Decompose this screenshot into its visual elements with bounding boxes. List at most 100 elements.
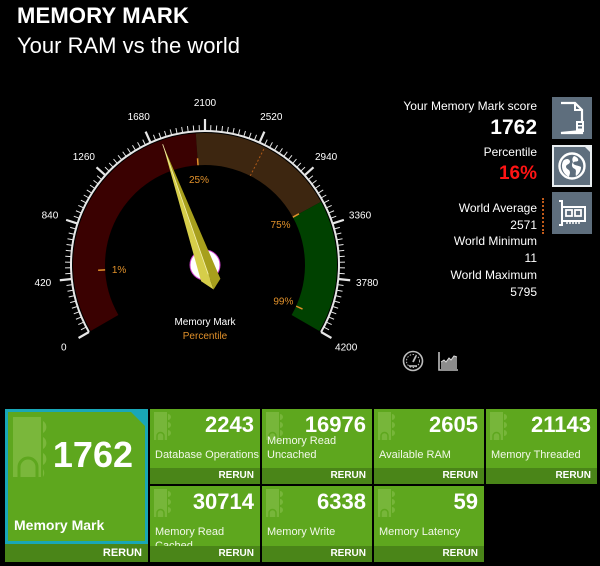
ram-chip-icon — [378, 489, 395, 517]
globe-icon — [558, 152, 586, 180]
hardware-button[interactable] — [552, 192, 592, 234]
ram-chip-icon — [266, 489, 283, 517]
tile-rerun-button[interactable]: RERUN — [150, 546, 260, 562]
tile-memory-read-cached[interactable]: 30714Memory Read CachedRERUN — [150, 486, 260, 562]
major-tick — [320, 331, 332, 339]
gauge-center-label: Memory Mark — [174, 317, 236, 328]
percentile-value: 16% — [498, 163, 537, 184]
tile-label: Memory Latency — [379, 526, 461, 538]
percentile-marker-label: 75% — [271, 220, 291, 231]
tile-label: Database Operations — [155, 449, 259, 461]
tile-rerun-button[interactable]: RERUN — [486, 468, 597, 484]
minor-tick — [264, 139, 268, 146]
area-chart-icon — [438, 352, 458, 371]
tile-rerun-button[interactable]: RERUN — [262, 546, 372, 562]
minor-tick — [78, 204, 84, 209]
minor-tick — [326, 321, 332, 326]
minor-tick — [73, 215, 80, 219]
minor-tick — [75, 316, 82, 320]
world-minimum-value: 11 — [524, 251, 537, 265]
minor-tick — [292, 158, 297, 164]
minor-tick — [307, 175, 314, 180]
minor-tick — [175, 127, 178, 135]
tile-rerun-button[interactable]: RERUN — [374, 468, 484, 484]
tick-label: 1680 — [128, 112, 151, 123]
tile-memory-read-uncached[interactable]: 16976 Memory Read Uncached RERUN — [262, 409, 372, 484]
tile-available-ram[interactable]: 2605 Available RAM RERUN — [374, 409, 484, 484]
percentile-marker-label: 99% — [273, 296, 293, 307]
tile-label: Memory Threaded — [491, 449, 581, 461]
minor-tick — [132, 144, 137, 151]
major-tick — [258, 131, 266, 144]
memory-mark-tile-face: 1762 Memory Mark — [5, 409, 148, 544]
minor-tick — [269, 142, 273, 148]
world-maximum-value: 5795 — [510, 285, 537, 299]
world-compare-button[interactable] — [552, 145, 592, 187]
minor-tick — [89, 184, 96, 189]
minor-tick — [323, 326, 330, 331]
minor-tick — [158, 132, 162, 139]
minor-tick — [335, 295, 342, 298]
tick-label: 1260 — [73, 152, 96, 163]
gauge-band-low — [73, 133, 199, 331]
minor-tick — [78, 321, 84, 326]
minor-tick — [68, 295, 75, 298]
ram-chip-icon — [154, 412, 171, 440]
world-average-indicator — [542, 198, 544, 234]
minor-tick — [65, 249, 72, 252]
gauge-view-toggle[interactable] — [401, 349, 425, 373]
tile-value: 59 — [453, 489, 478, 514]
report-button[interactable] — [552, 97, 592, 139]
tile-rerun-button[interactable]: RERUN — [150, 468, 260, 484]
tile-rerun-button[interactable]: RERUN — [262, 468, 372, 484]
minor-tick — [96, 175, 103, 180]
minor-tick — [336, 289, 343, 292]
memory-mark-gauge: 042084012601680210025202940336037804200 … — [35, 98, 379, 354]
tile-label: Memory Read Uncached — [267, 435, 337, 461]
tick-label: 4200 — [335, 343, 358, 354]
major-tick — [59, 277, 72, 282]
world-minimum-label: World Minimum — [453, 234, 537, 248]
major-tick — [338, 277, 351, 282]
score-value: 1762 — [490, 116, 537, 139]
tile-value: 30714 — [192, 489, 254, 514]
minor-tick — [300, 166, 306, 172]
tile-value: 6338 — [317, 489, 366, 514]
tile-memory-latency[interactable]: 59 Memory Latency RERUN — [374, 486, 484, 562]
minor-tick — [83, 194, 90, 199]
minor-tick — [287, 154, 293, 161]
minor-tick — [108, 162, 114, 168]
memory-mark-tile[interactable]: 1762 Memory Mark RERUN — [5, 409, 148, 562]
minor-tick — [243, 130, 246, 137]
score-label: Your Memory Mark score — [403, 99, 537, 113]
minor-tick — [335, 232, 342, 235]
tile-memory-threaded[interactable]: 21143 Memory Threaded RERUN — [486, 409, 597, 484]
major-tick — [332, 218, 345, 225]
major-tick — [78, 331, 90, 339]
minor-tick — [117, 154, 123, 161]
chart-view-toggle[interactable] — [436, 349, 460, 373]
memory-mark-tile-value: 1762 — [52, 434, 133, 475]
minor-tick — [248, 132, 252, 139]
tile-value: 2243 — [205, 412, 254, 437]
tick-label: 0 — [61, 343, 67, 354]
major-tick — [144, 131, 152, 144]
tick-label: 2520 — [260, 112, 283, 123]
minor-tick — [142, 139, 146, 146]
minor-tick — [113, 158, 118, 164]
tile-database-operations[interactable]: 2243 Database Operations RERUN — [150, 409, 260, 484]
tick-label: 3780 — [356, 278, 379, 289]
major-tick — [65, 218, 78, 225]
memory-mark-rerun-button[interactable]: RERUN — [5, 544, 148, 562]
minor-tick — [283, 151, 288, 157]
world-maximum-label: World Maximum — [450, 268, 537, 282]
minor-tick — [320, 194, 327, 199]
minor-tick — [330, 215, 337, 219]
minor-tick — [164, 130, 167, 137]
minor-tick — [215, 125, 218, 132]
tile-memory-write[interactable]: 6338 Memory Write RERUN — [262, 486, 372, 562]
minor-tick — [326, 204, 332, 209]
tick-label: 3360 — [349, 211, 372, 222]
tile-rerun-button[interactable]: RERUN — [374, 546, 484, 562]
minor-tick — [317, 189, 324, 194]
